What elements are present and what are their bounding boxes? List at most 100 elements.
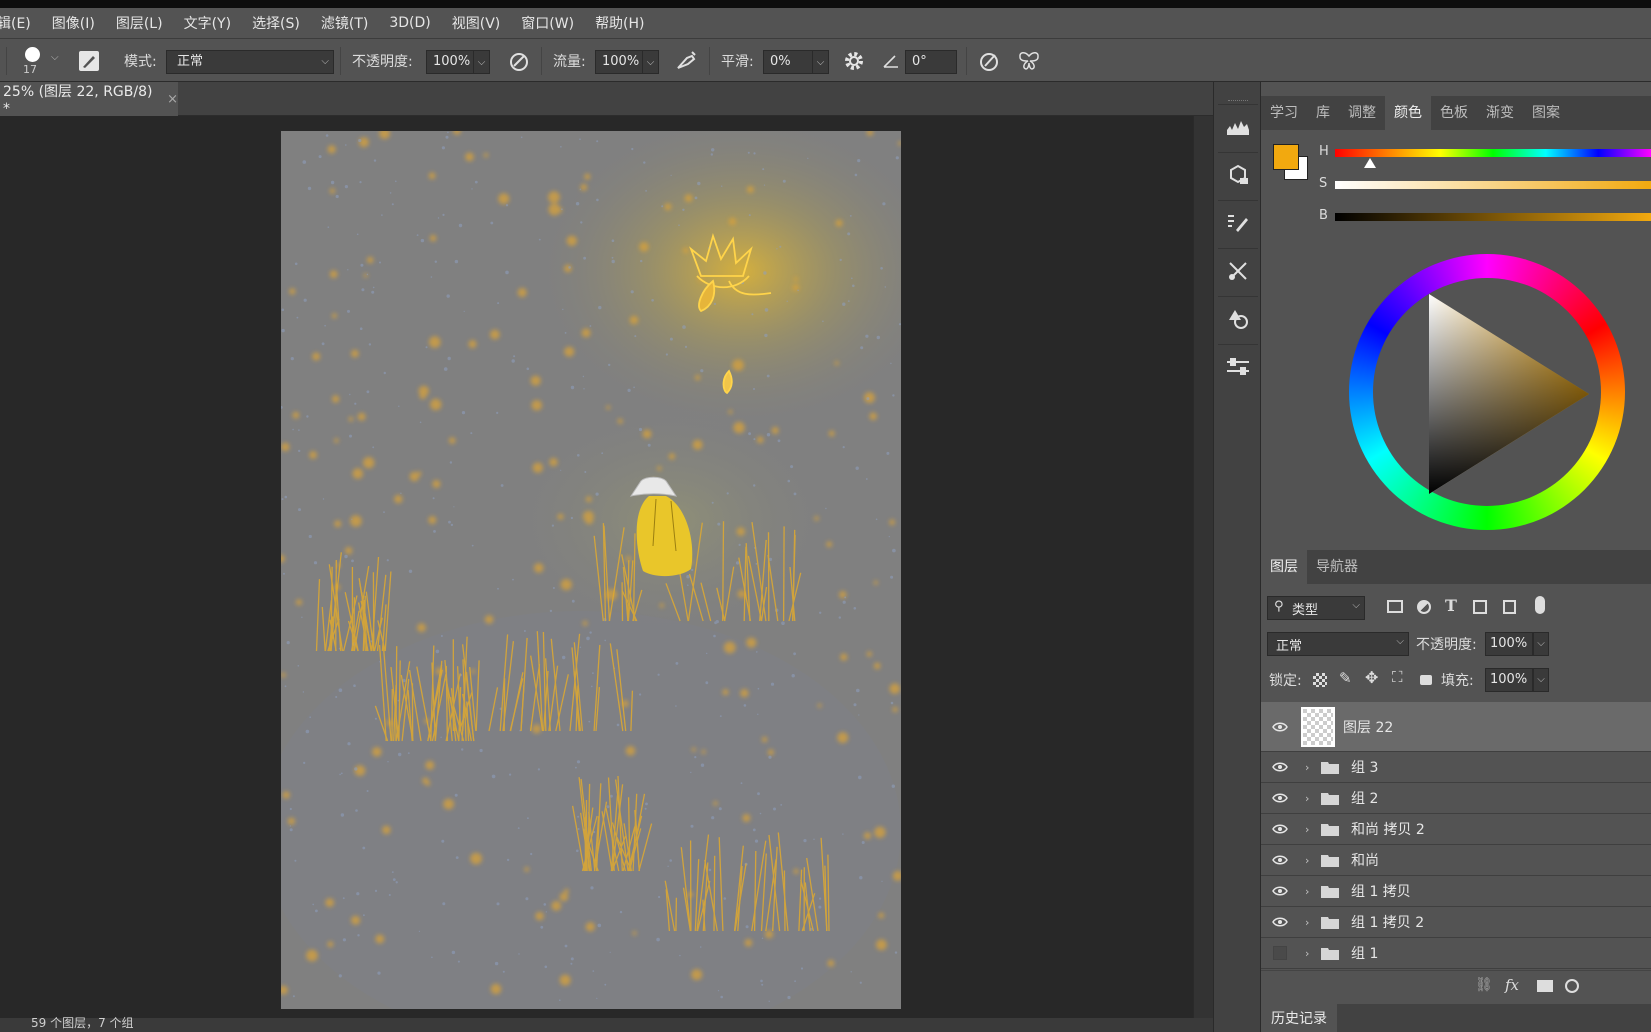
tab-patterns[interactable]: 图案	[1523, 96, 1569, 130]
layer-row[interactable]: › 组 1 拷贝 2	[1261, 907, 1651, 938]
angle-input[interactable]: 0°	[905, 50, 957, 74]
saturation-slider[interactable]	[1335, 181, 1651, 189]
filter-adjustment-icon[interactable]	[1417, 600, 1431, 614]
eye-icon[interactable]	[1271, 916, 1289, 928]
menu-3d[interactable]: 3D(D)	[379, 15, 441, 31]
eye-icon[interactable]	[1271, 823, 1289, 835]
shapes-icon[interactable]	[1218, 296, 1258, 340]
layer-row-selected[interactable]: 图层 22	[1261, 702, 1651, 752]
chevron-right-icon[interactable]: ›	[1305, 792, 1309, 805]
tab-gradients[interactable]: 渐变	[1477, 96, 1523, 130]
properties-icon[interactable]	[1218, 344, 1258, 388]
lock-pixels-icon[interactable]: ✎	[1339, 669, 1352, 687]
mask-icon[interactable]	[1537, 980, 1553, 992]
mode-select[interactable]: 正常 ⌵	[166, 50, 334, 74]
menu-edit[interactable]: 辑(E)	[0, 13, 42, 33]
menu-filter[interactable]: 滤镜(T)	[311, 13, 379, 33]
tab-color[interactable]: 颜色	[1385, 96, 1431, 130]
eye-icon[interactable]	[1271, 885, 1289, 897]
tab-layers[interactable]: 图层	[1261, 550, 1307, 584]
close-icon[interactable]: ×	[167, 92, 178, 107]
pressure-size-icon[interactable]	[976, 48, 1002, 74]
tab-swatches[interactable]: 色板	[1431, 96, 1477, 130]
butterfly-icon[interactable]	[1016, 48, 1042, 74]
blend-mode-select[interactable]: 正常 ⌵	[1267, 632, 1409, 656]
tab-adjustments[interactable]: 调整	[1339, 96, 1385, 130]
menu-select[interactable]: 选择(S)	[242, 13, 311, 33]
flow-dropdown[interactable]: ⌵	[643, 50, 659, 74]
lock-all-icon[interactable]	[1420, 675, 1432, 685]
adjustment-layer-icon[interactable]	[1565, 979, 1579, 993]
flow-input[interactable]: 100%	[595, 50, 643, 74]
filter-type-icon[interactable]: T	[1445, 596, 1457, 615]
lock-transparency-icon[interactable]	[1313, 673, 1327, 687]
speck	[888, 536, 890, 538]
speck	[782, 179, 786, 183]
menu-image[interactable]: 图像(I)	[42, 13, 106, 33]
chevron-right-icon[interactable]: ›	[1305, 947, 1309, 960]
layer-row[interactable]: › 组 3	[1261, 752, 1651, 783]
tab-history[interactable]: 历史记录	[1261, 1004, 1337, 1032]
vertical-scrollbar[interactable]	[1193, 116, 1213, 1018]
hue-slider[interactable]	[1335, 149, 1651, 157]
brush-panel-icon[interactable]	[76, 48, 102, 74]
layer-filter-select[interactable]: ⚲ 类型 ⌵	[1267, 596, 1365, 620]
speck	[347, 309, 350, 313]
fx-icon[interactable]: fx	[1505, 976, 1519, 994]
menu-layer[interactable]: 图层(L)	[106, 13, 174, 33]
layer-opacity-dropdown[interactable]: ⌵	[1533, 632, 1549, 656]
gear-icon[interactable]	[841, 48, 867, 74]
layer-row[interactable]: › 组 2	[1261, 783, 1651, 814]
chevron-right-icon[interactable]: ›	[1305, 761, 1309, 774]
smoothing-dropdown[interactable]: ⌵	[813, 50, 829, 74]
canvas-artwork[interactable]	[281, 131, 901, 1009]
separator	[541, 47, 542, 75]
fill-input[interactable]: 100%	[1485, 668, 1533, 692]
opacity-input[interactable]: 100%	[426, 50, 474, 74]
color-wheel[interactable]	[1349, 254, 1625, 530]
lock-position-icon[interactable]: ✥	[1365, 668, 1378, 687]
eye-icon[interactable]	[1271, 761, 1289, 773]
pressure-opacity-icon[interactable]	[506, 48, 532, 74]
chevron-right-icon[interactable]: ›	[1305, 885, 1309, 898]
menu-help[interactable]: 帮助(H)	[585, 13, 655, 33]
menu-window[interactable]: 窗口(W)	[511, 13, 585, 33]
tab-libraries[interactable]: 库	[1307, 96, 1339, 130]
filter-smartobject-icon[interactable]	[1503, 600, 1516, 614]
eye-icon[interactable]	[1271, 792, 1289, 804]
chevron-right-icon[interactable]: ›	[1305, 916, 1309, 929]
hue-slider-thumb[interactable]	[1363, 158, 1376, 168]
brightness-slider[interactable]	[1335, 213, 1651, 221]
eye-icon[interactable]	[1271, 721, 1289, 733]
chevron-right-icon[interactable]: ›	[1305, 854, 1309, 867]
layer-opacity-input[interactable]: 100%	[1485, 632, 1533, 656]
histogram-icon[interactable]	[1218, 104, 1258, 148]
smoothing-input[interactable]: 0%	[763, 50, 813, 74]
brush-preset-picker[interactable]: 17 ⌵	[20, 45, 64, 79]
fill-dropdown[interactable]: ⌵	[1533, 668, 1549, 692]
opacity-dropdown[interactable]: ⌵	[474, 50, 490, 74]
color-triangle[interactable]	[1349, 254, 1625, 530]
document-tab[interactable]: 25% (图层 22, RGB/8) * ×	[0, 82, 178, 117]
airbrush-icon[interactable]	[674, 48, 700, 74]
3d-cube-icon[interactable]	[1218, 152, 1258, 196]
filter-image-icon[interactable]	[1387, 600, 1403, 613]
tab-learn[interactable]: 学习	[1261, 96, 1307, 130]
filter-toggle-icon[interactable]	[1535, 596, 1545, 614]
filter-shape-icon[interactable]	[1473, 600, 1487, 614]
tool-presets-icon[interactable]	[1218, 248, 1258, 292]
visibility-empty-box[interactable]	[1271, 946, 1289, 960]
layer-row[interactable]: › 组 1	[1261, 938, 1651, 969]
brush-settings-icon[interactable]	[1218, 200, 1258, 244]
foreground-color-swatch[interactable]	[1273, 144, 1299, 170]
link-icon[interactable]: ⛓	[1475, 977, 1493, 993]
lock-artboard-icon[interactable]: ⛶	[1392, 668, 1403, 686]
layer-row[interactable]: › 和尚 拷贝 2	[1261, 814, 1651, 845]
chevron-right-icon[interactable]: ›	[1305, 823, 1309, 836]
menu-type[interactable]: 文字(Y)	[174, 13, 242, 33]
layer-row[interactable]: › 和尚	[1261, 845, 1651, 876]
layer-row[interactable]: › 组 1 拷贝	[1261, 876, 1651, 907]
tab-navigator[interactable]: 导航器	[1307, 550, 1367, 584]
menu-view[interactable]: 视图(V)	[442, 13, 512, 33]
eye-icon[interactable]	[1271, 854, 1289, 866]
